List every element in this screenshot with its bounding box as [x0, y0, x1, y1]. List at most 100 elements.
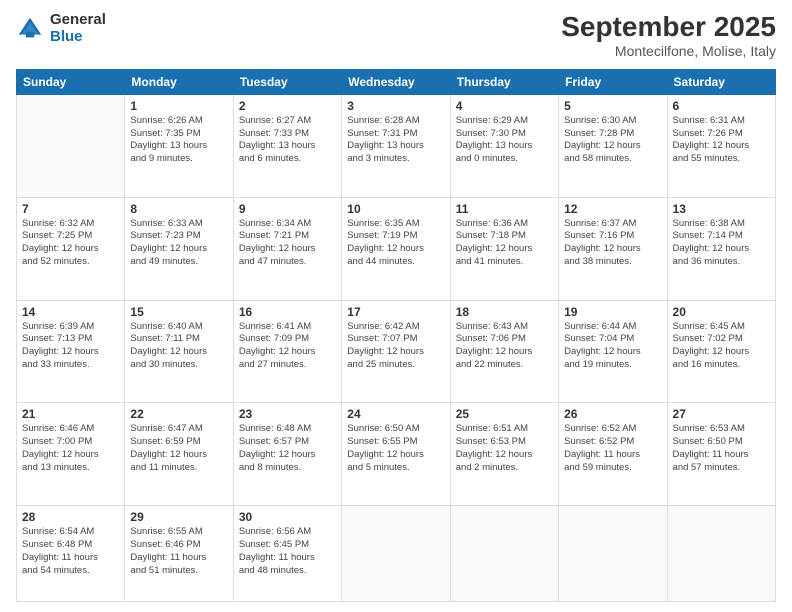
table-row: 25Sunrise: 6:51 AMSunset: 6:53 PMDayligh… [450, 403, 558, 506]
day-number: 9 [239, 202, 336, 216]
header-wednesday: Wednesday [342, 69, 450, 94]
day-info: Sunrise: 6:31 AMSunset: 7:26 PMDaylight:… [673, 115, 770, 166]
day-number: 29 [130, 510, 227, 524]
day-info: Sunrise: 6:29 AMSunset: 7:30 PMDaylight:… [456, 115, 553, 166]
logo-general-text: General [50, 12, 106, 29]
table-row: 20 Sunrise: 6:45 AMSunset: 7:02 PMDayligh… [667, 300, 775, 403]
day-info: Sunrise: 6:42 AMSunset: 7:07 PMDaylight:… [347, 321, 444, 372]
table-row: 14 Sunrise: 6:39 AMSunset: 7:13 PMDayligh… [17, 300, 125, 403]
day-number: 10 [347, 202, 444, 216]
table-row: 7 Sunrise: 6:32 AMSunset: 7:25 PMDaylight… [17, 197, 125, 300]
day-number: 3 [347, 99, 444, 113]
table-row: 11 Sunrise: 6:36 AMSunset: 7:18 PMDayligh… [450, 197, 558, 300]
day-number: 7 [22, 202, 119, 216]
table-row: 1 Sunrise: 6:26 AMSunset: 7:35 PMDaylight… [125, 94, 233, 197]
title-month: September 2025 [561, 12, 776, 43]
day-number: 23 [239, 407, 336, 421]
table-row: 21 Sunrise: 6:46 AMSunset: 7:00 PMDayligh… [17, 403, 125, 506]
day-info: Sunrise: 6:33 AMSunset: 7:23 PMDaylight:… [130, 218, 227, 269]
table-row: 9Sunrise: 6:34 AMSunset: 7:21 PMDaylight… [233, 197, 341, 300]
table-row: 3 Sunrise: 6:28 AMSunset: 7:31 PMDaylight… [342, 94, 450, 197]
day-info: Sunrise: 6:48 AMSunset: 6:57 PMDaylight:… [239, 423, 336, 474]
table-row [559, 506, 667, 602]
day-info: Sunrise: 6:47 AMSunset: 6:59 PMDaylight:… [130, 423, 227, 474]
day-info: Sunrise: 6:39 AMSunset: 7:13 PMDaylight:… [22, 321, 119, 372]
header-sunday: Sunday [17, 69, 125, 94]
calendar-header-row: Sunday Monday Tuesday Wednesday Thursday… [17, 69, 776, 94]
day-info: Sunrise: 6:46 AMSunset: 7:00 PMDaylight:… [22, 423, 119, 474]
header-thursday: Thursday [450, 69, 558, 94]
logo-text: General Blue [50, 12, 106, 45]
day-info: Sunrise: 6:56 AMSunset: 6:45 PMDaylight:… [239, 526, 336, 577]
table-row: 24 Sunrise: 6:50 AMSunset: 6:55 PMDayligh… [342, 403, 450, 506]
header: General Blue September 2025 Montecilfone… [16, 12, 776, 59]
table-row [342, 506, 450, 602]
table-row: 4 Sunrise: 6:29 AMSunset: 7:30 PMDaylight… [450, 94, 558, 197]
table-row: 22Sunrise: 6:47 AMSunset: 6:59 PMDayligh… [125, 403, 233, 506]
day-info: Sunrise: 6:44 AMSunset: 7:04 PMDaylight:… [564, 321, 661, 372]
header-saturday: Saturday [667, 69, 775, 94]
day-info: Sunrise: 6:52 AMSunset: 6:52 PMDaylight:… [564, 423, 661, 474]
title-location: Montecilfone, Molise, Italy [561, 43, 776, 59]
table-row: 13Sunrise: 6:38 AMSunset: 7:14 PMDayligh… [667, 197, 775, 300]
table-row: 27 Sunrise: 6:53 AMSunset: 6:50 PMDayligh… [667, 403, 775, 506]
day-info: Sunrise: 6:40 AMSunset: 7:11 PMDaylight:… [130, 321, 227, 372]
day-info: Sunrise: 6:43 AMSunset: 7:06 PMDaylight:… [456, 321, 553, 372]
day-info: Sunrise: 6:53 AMSunset: 6:50 PMDaylight:… [673, 423, 770, 474]
day-number: 14 [22, 305, 119, 319]
day-number: 1 [130, 99, 227, 113]
day-info: Sunrise: 6:28 AMSunset: 7:31 PMDaylight:… [347, 115, 444, 166]
day-number: 18 [456, 305, 553, 319]
table-row: 10 Sunrise: 6:35 AMSunset: 7:19 PMDayligh… [342, 197, 450, 300]
day-info: Sunrise: 6:51 AMSunset: 6:53 PMDaylight:… [456, 423, 553, 474]
table-row: 19 Sunrise: 6:44 AMSunset: 7:04 PMDayligh… [559, 300, 667, 403]
day-info: Sunrise: 6:36 AMSunset: 7:18 PMDaylight:… [456, 218, 553, 269]
day-info: Sunrise: 6:32 AMSunset: 7:25 PMDaylight:… [22, 218, 119, 269]
table-row: 28 Sunrise: 6:54 AMSunset: 6:48 PMDayligh… [17, 506, 125, 602]
day-number: 19 [564, 305, 661, 319]
table-row: 2 Sunrise: 6:27 AMSunset: 7:33 PMDaylight… [233, 94, 341, 197]
table-row: 12Sunrise: 6:37 AMSunset: 7:16 PMDayligh… [559, 197, 667, 300]
day-number: 6 [673, 99, 770, 113]
title-block: September 2025 Montecilfone, Molise, Ita… [561, 12, 776, 59]
day-number: 21 [22, 407, 119, 421]
day-number: 16 [239, 305, 336, 319]
table-row: 16 Sunrise: 6:41 AMSunset: 7:09 PMDayligh… [233, 300, 341, 403]
day-number: 8 [130, 202, 227, 216]
logo-blue-text: Blue [50, 29, 106, 46]
table-row: 29Sunrise: 6:55 AMSunset: 6:46 PMDayligh… [125, 506, 233, 602]
table-row: 8 Sunrise: 6:33 AMSunset: 7:23 PMDaylight… [125, 197, 233, 300]
day-number: 4 [456, 99, 553, 113]
table-row: 30Sunrise: 6:56 AMSunset: 6:45 PMDayligh… [233, 506, 341, 602]
table-row: 6 Sunrise: 6:31 AMSunset: 7:26 PMDaylight… [667, 94, 775, 197]
day-number: 17 [347, 305, 444, 319]
day-number: 2 [239, 99, 336, 113]
day-info: Sunrise: 6:35 AMSunset: 7:19 PMDaylight:… [347, 218, 444, 269]
day-number: 5 [564, 99, 661, 113]
day-number: 27 [673, 407, 770, 421]
table-row: 5Sunrise: 6:30 AMSunset: 7:28 PMDaylight… [559, 94, 667, 197]
day-number: 15 [130, 305, 227, 319]
day-info: Sunrise: 6:26 AMSunset: 7:35 PMDaylight:… [130, 115, 227, 166]
calendar-table: Sunday Monday Tuesday Wednesday Thursday… [16, 69, 776, 602]
header-tuesday: Tuesday [233, 69, 341, 94]
day-number: 20 [673, 305, 770, 319]
day-info: Sunrise: 6:45 AMSunset: 7:02 PMDaylight:… [673, 321, 770, 372]
table-row: 17 Sunrise: 6:42 AMSunset: 7:07 PMDayligh… [342, 300, 450, 403]
day-number: 12 [564, 202, 661, 216]
table-row: 15 Sunrise: 6:40 AMSunset: 7:11 PMDayligh… [125, 300, 233, 403]
table-row: 23 Sunrise: 6:48 AMSunset: 6:57 PMDayligh… [233, 403, 341, 506]
day-number: 28 [22, 510, 119, 524]
day-info: Sunrise: 6:27 AMSunset: 7:33 PMDaylight:… [239, 115, 336, 166]
header-monday: Monday [125, 69, 233, 94]
day-number: 11 [456, 202, 553, 216]
day-info: Sunrise: 6:41 AMSunset: 7:09 PMDaylight:… [239, 321, 336, 372]
day-number: 13 [673, 202, 770, 216]
table-row [450, 506, 558, 602]
logo: General Blue [16, 12, 106, 45]
table-row: 26 Sunrise: 6:52 AMSunset: 6:52 PMDayligh… [559, 403, 667, 506]
day-info: Sunrise: 6:50 AMSunset: 6:55 PMDaylight:… [347, 423, 444, 474]
day-number: 24 [347, 407, 444, 421]
day-info: Sunrise: 6:54 AMSunset: 6:48 PMDaylight:… [22, 526, 119, 577]
day-number: 26 [564, 407, 661, 421]
